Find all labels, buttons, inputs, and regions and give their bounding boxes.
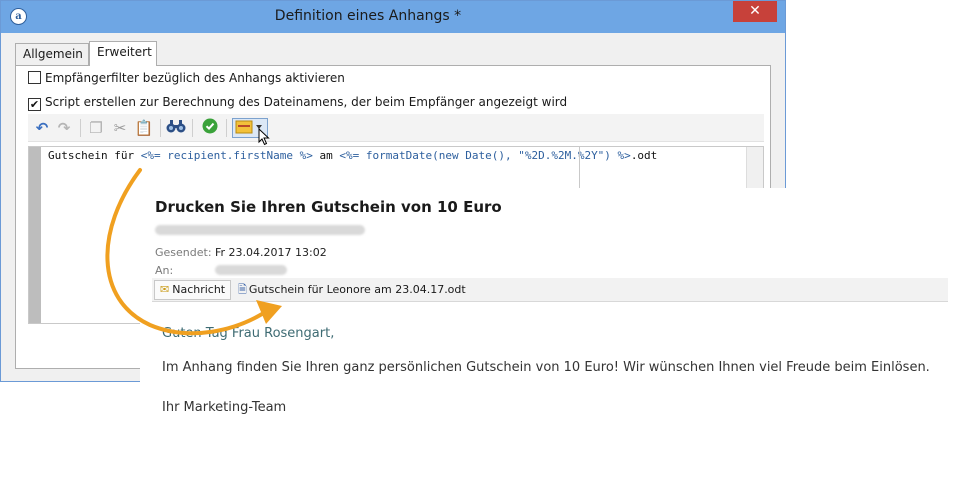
copy-icon[interactable]: ❐: [86, 118, 106, 138]
close-button[interactable]: ✕: [733, 1, 777, 22]
email-preview: Drucken Sie Ihren Gutschein von 10 Euro …: [140, 188, 974, 500]
toolbar-separator: [192, 119, 193, 137]
toolbar-separator: [226, 119, 227, 137]
sent-value: Fr 23.04.2017 13:02: [215, 246, 327, 259]
sent-label: Gesendet:: [155, 246, 212, 259]
toolbar-separator: [160, 119, 161, 137]
email-signature: Ihr Marketing-Team: [162, 400, 287, 415]
recipient-filter-option[interactable]: Empfängerfilter bezüglich des Anhangs ak…: [28, 70, 345, 88]
email-paragraph: Im Anhang finden Sie Ihren ganz persönli…: [162, 360, 930, 375]
email-subject: Drucken Sie Ihren Gutschein von 10 Euro: [155, 198, 502, 216]
recipient-filter-checkbox[interactable]: [28, 71, 41, 84]
code-text: am: [312, 149, 340, 162]
window-title: Definition eines Anhangs *: [274, 8, 462, 24]
cut-icon[interactable]: ✂: [110, 118, 130, 138]
code-template-firstname: <%= recipient.firstName %>: [140, 149, 313, 162]
tab-erweitert[interactable]: Erweitert: [89, 41, 157, 66]
editor-toolbar: ↶ ↷ ❐ ✂ 📋: [28, 114, 764, 142]
document-icon: 🗎: [238, 283, 247, 296]
filename-script-label: Script erstellen zur Berechnung des Date…: [45, 95, 568, 109]
message-tab[interactable]: ✉ Nachricht: [154, 280, 232, 300]
attachment-filename: Gutschein für Leonore am 23.04.17.odt: [248, 283, 466, 296]
blurred-recipient: [215, 265, 287, 275]
paste-icon[interactable]: 📋: [134, 118, 154, 138]
title-bar[interactable]: a Definition eines Anhangs * ✕: [1, 1, 785, 33]
editor-gutter: [29, 147, 41, 323]
email-greeting: Guten Tag Frau Rosengart,: [162, 326, 335, 341]
code-text: Gutschein für: [48, 149, 141, 162]
redo-icon[interactable]: ↷: [54, 118, 74, 138]
filename-script-option[interactable]: ✔ Script erstellen zur Berechnung des Dat…: [28, 94, 567, 112]
envelope-icon: ✉: [160, 283, 170, 296]
find-icon[interactable]: [166, 118, 186, 138]
blurred-sender: [155, 225, 365, 235]
recipient-filter-label: Empfängerfilter bezüglich des Anhangs ak…: [45, 71, 345, 85]
script-code[interactable]: Gutschein für <%= recipient.firstName %>…: [48, 149, 657, 163]
attachment-item[interactable]: 🗎 Gutschein für Leonore am 23.04.17.odt: [238, 282, 466, 298]
filename-script-checkbox[interactable]: ✔: [28, 98, 41, 111]
message-tab-label: Nachricht: [172, 283, 226, 296]
toolbar-separator: [80, 119, 81, 137]
tab-allgemein[interactable]: Allgemein: [15, 43, 89, 65]
mouse-cursor-icon: [258, 128, 270, 146]
code-text: .odt: [630, 149, 658, 162]
code-template-date: <%= formatDate(new Date(), "%2D.%2M.%2Y"…: [339, 149, 631, 162]
to-label: An:: [155, 264, 174, 277]
check-syntax-icon[interactable]: [200, 118, 220, 138]
undo-icon[interactable]: ↶: [32, 118, 52, 138]
attachment-bar: ✉ Nachricht 🗎 Gutschein für Leonore am 23.…: [152, 278, 948, 302]
